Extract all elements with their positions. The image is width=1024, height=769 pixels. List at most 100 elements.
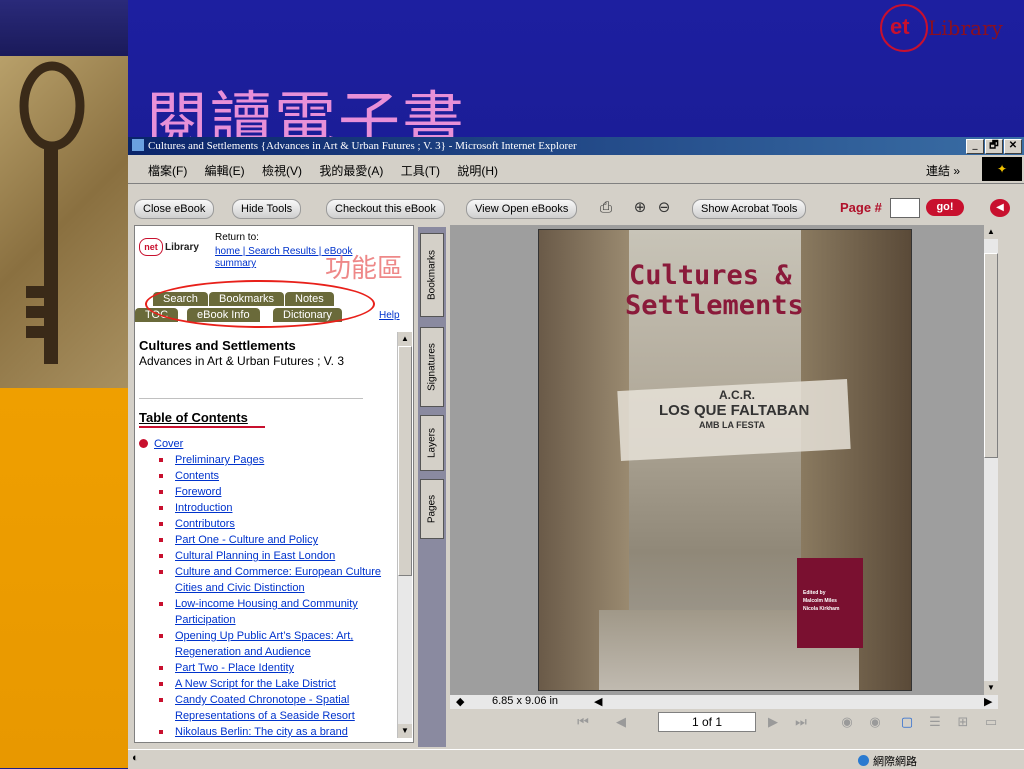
window-title: Cultures and Settlements {Advances in Ar… xyxy=(148,140,577,152)
viewer-vertical-scrollbar[interactable]: ▲ ▼ xyxy=(984,225,998,695)
toc-item-label: Part Two - Place Identity xyxy=(175,662,295,674)
zone-indicator: 網際網路 xyxy=(858,753,917,769)
page-of-indicator[interactable]: 1 of 1 xyxy=(658,712,756,732)
side-tab-label: Layers xyxy=(426,427,438,459)
status-bar: ◐ 網際網路 xyxy=(128,749,1024,769)
return-to-label: Return to: xyxy=(215,232,259,243)
resize-icon[interactable]: ◆ xyxy=(456,695,464,708)
zoom-in-icon[interactable]: ⊕ xyxy=(630,199,650,217)
first-page-icon[interactable]: ⏮ xyxy=(574,713,592,731)
toc-item-label: Introduction xyxy=(175,502,233,514)
edited-by-label: Edited by xyxy=(803,590,826,596)
scroll-left-icon[interactable]: ◀ xyxy=(594,695,602,708)
toc-item[interactable]: Culture and Commerce: European Culture C… xyxy=(159,564,391,596)
annotation-ellipse xyxy=(145,280,375,328)
menu-view[interactable]: 檢視(V) xyxy=(262,164,302,178)
zoom-out-icon[interactable]: ⊖ xyxy=(654,199,674,217)
viewer-horizontal-bar[interactable]: ◆ 6.85 x 9.06 in ◀ ▶ xyxy=(450,695,998,709)
next-page-icon[interactable]: ▶ xyxy=(764,713,782,731)
toc-item-label: Opening Up Public Art’s Spaces: Art, Reg… xyxy=(175,630,354,658)
netlibrary-logo: et Library xyxy=(880,2,1024,52)
facing-pages-icon[interactable]: ⊞ xyxy=(954,713,972,731)
page-number-label: Page # xyxy=(840,200,882,215)
scroll-down-icon[interactable]: ▼ xyxy=(398,724,412,738)
go-forward-view-icon[interactable]: ◉ xyxy=(866,713,884,731)
browser-window: Cultures and Settlements {Advances in Ar… xyxy=(128,137,1024,769)
menu-file[interactable]: 檔案(F) xyxy=(148,164,187,178)
windows-logo-icon: ✦ xyxy=(982,157,1022,181)
checkout-ebook-button[interactable]: Checkout this eBook xyxy=(326,199,445,219)
book-title: Cultures and Settlements xyxy=(139,338,296,353)
toc-item[interactable]: Nikolaus Berlin: The city as a brand xyxy=(159,724,391,740)
panel-logo: net Library xyxy=(139,238,199,256)
side-tab-label: Pages xyxy=(426,494,438,524)
toc-item-label: Contents xyxy=(175,470,220,482)
panel-scrollbar[interactable]: ▲ ▼ xyxy=(397,332,412,738)
back-arrow-icon[interactable]: ◀ xyxy=(990,199,1010,217)
panel-logo-text: Library xyxy=(165,242,199,253)
toc-item-label: A New Script for the Lake District xyxy=(175,678,336,690)
print-icon[interactable]: ⎙ xyxy=(596,199,616,217)
ebook-side-panel: net Library Return to: home | Search Resu… xyxy=(134,225,414,743)
show-acrobat-tools-button[interactable]: Show Acrobat Tools xyxy=(692,199,807,219)
minimize-button[interactable]: _ xyxy=(966,139,984,154)
scroll-up-icon[interactable]: ▲ xyxy=(984,225,998,239)
logo-et: et xyxy=(890,14,910,39)
go-back-view-icon[interactable]: ◉ xyxy=(838,713,856,731)
toc-item[interactable]: Contributors xyxy=(159,516,391,532)
toc-annotation-underline xyxy=(139,426,265,428)
page-size-readout: 6.85 x 9.06 in xyxy=(492,695,559,707)
toc-item[interactable]: Contents xyxy=(159,468,391,484)
toc-cover-link[interactable]: Cover xyxy=(139,436,391,452)
toc-item-label: Cultural Planning in East London xyxy=(175,550,336,562)
tab-pages-vertical[interactable]: Pages xyxy=(420,479,444,539)
continuous-facing-icon[interactable]: ▭ xyxy=(982,713,1000,731)
toc-item-label: Candy Coated Chronotope - Spatial Repres… xyxy=(175,694,355,722)
tab-layers-vertical[interactable]: Layers xyxy=(420,415,444,471)
function-area-annotation: 功能區 xyxy=(325,254,404,284)
toc-item[interactable]: Foreword xyxy=(159,484,391,500)
previous-page-icon[interactable]: ◀ xyxy=(612,713,630,731)
toc-item[interactable]: Preliminary Pages xyxy=(159,452,391,468)
toc-item[interactable]: Candy Coated Chronotope - Spatial Repres… xyxy=(159,692,391,724)
toc-item[interactable]: Opening Up Public Art’s Spaces: Art, Reg… xyxy=(159,628,391,660)
side-tab-label: Bookmarks xyxy=(426,249,438,301)
scroll-thumb[interactable] xyxy=(398,346,412,576)
close-ebook-button[interactable]: Close eBook xyxy=(134,199,215,219)
continuous-page-icon[interactable]: ☰ xyxy=(926,713,944,731)
menu-bar: 檔案(F) 編輯(E) 檢視(V) 我的最愛(A) 工具(T) 說明(H) 連結… xyxy=(128,155,1024,184)
single-page-icon[interactable]: ▢ xyxy=(898,713,916,731)
document-viewer[interactable]: Cultures & Settlements A.C.R. LOS QUE FA… xyxy=(450,225,998,695)
view-open-ebooks-button[interactable]: View Open eBooks xyxy=(466,199,578,219)
toc-item[interactable]: Introduction xyxy=(159,500,391,516)
page-number-input[interactable] xyxy=(890,198,920,218)
toc-item[interactable]: Low-income Housing and Community Partici… xyxy=(159,596,391,628)
panel-divider xyxy=(139,398,363,399)
scroll-up-icon[interactable]: ▲ xyxy=(398,332,412,346)
hide-tools-button[interactable]: Hide Tools xyxy=(232,199,302,219)
tab-signatures-vertical[interactable]: Signatures xyxy=(420,327,444,407)
go-button[interactable]: go! xyxy=(926,199,964,216)
last-page-icon[interactable]: ⏭ xyxy=(792,713,810,731)
menu-favorites[interactable]: 我的最愛(A) xyxy=(319,164,383,178)
scroll-right-icon[interactable]: ▶ xyxy=(984,695,992,708)
toc-item[interactable]: Part Two - Place Identity xyxy=(159,660,391,676)
links-toolbar[interactable]: 連結 » xyxy=(926,162,960,179)
menu-tools[interactable]: 工具(T) xyxy=(401,164,440,178)
scroll-thumb[interactable] xyxy=(984,253,998,458)
toc-item-label: Nikolaus Berlin: The city as a brand xyxy=(175,726,348,738)
toc-item[interactable]: Part One - Culture and Policy xyxy=(159,532,391,548)
editor-name: Malcolm Miles xyxy=(803,598,837,604)
zone-label: 網際網路 xyxy=(873,756,917,768)
toc-item[interactable]: A New Script for the Lake District xyxy=(159,676,391,692)
menu-help[interactable]: 說明(H) xyxy=(457,164,498,178)
maximize-button[interactable]: 🗗 xyxy=(985,139,1003,154)
close-window-button[interactable]: ✕ xyxy=(1004,139,1022,154)
scroll-down-icon[interactable]: ▼ xyxy=(984,681,998,695)
tab-bookmarks-vertical[interactable]: Bookmarks xyxy=(420,233,444,317)
page-status-icon: ◐ xyxy=(132,752,139,764)
help-link[interactable]: Help xyxy=(379,310,400,321)
editor-name: Nicola Kirkham xyxy=(803,606,840,612)
toc-item[interactable]: Cultural Planning in East London xyxy=(159,548,391,564)
menu-edit[interactable]: 編輯(E) xyxy=(205,164,245,178)
